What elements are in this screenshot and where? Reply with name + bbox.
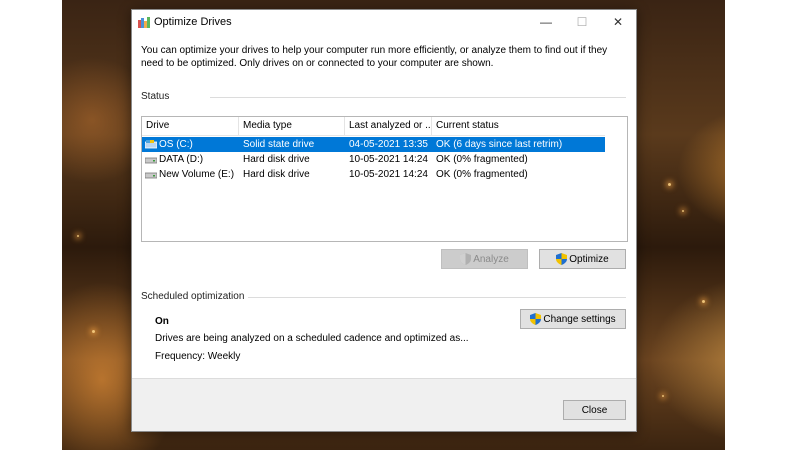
maximize-button[interactable]: ☐ — [564, 10, 600, 34]
column-header-current-status[interactable]: Current status — [432, 117, 605, 135]
optimize-drives-app-icon — [138, 17, 150, 28]
last-analyzed: 10-05-2021 14:24 — [349, 154, 428, 165]
drives-table: Drive Media type Last analyzed or ... Cu… — [141, 116, 628, 242]
table-row[interactable]: New Volume (E:) Hard disk drive 10-05-20… — [142, 167, 605, 182]
minimize-icon: — — [540, 15, 552, 29]
table-row[interactable]: OS (C:) Solid state drive 04-05-2021 13:… — [142, 137, 605, 152]
city-light — [668, 183, 671, 186]
last-analyzed: 04-05-2021 13:35 — [349, 139, 428, 150]
intro-text: You can optimize your drives to help you… — [141, 45, 608, 69]
close-button[interactable]: Close — [563, 400, 626, 420]
analyze-button[interactable]: Analyze — [441, 249, 528, 269]
hard-disk-drive-icon — [145, 172, 157, 179]
optimize-drives-window: Optimize Drives — ☐ ✕ You can optimize y… — [131, 9, 637, 432]
column-header-last-analyzed[interactable]: Last analyzed or ... — [345, 117, 432, 135]
change-settings-label: Change settings — [543, 313, 616, 325]
analyze-label: Analyze — [473, 253, 509, 265]
city-light — [682, 210, 684, 212]
drive-name: DATA (D:) — [159, 154, 204, 165]
table-row[interactable]: DATA (D:) Hard disk drive 10-05-2021 14:… — [142, 152, 605, 167]
drive-name: New Volume (E:) — [159, 169, 235, 180]
media-type: Solid state drive — [243, 139, 315, 150]
table-header: Drive Media type Last analyzed or ... Cu… — [142, 117, 605, 136]
uac-shield-icon — [460, 253, 472, 265]
minimize-button[interactable]: — — [528, 10, 564, 34]
ssd-drive-icon — [145, 140, 157, 149]
change-settings-button[interactable]: Change settings — [520, 309, 626, 329]
last-analyzed: 10-05-2021 14:24 — [349, 169, 428, 180]
uac-shield-icon — [556, 253, 568, 265]
city-light — [662, 395, 664, 397]
content-area: You can optimize your drives to help you… — [132, 34, 636, 379]
scheduled-section-label: Scheduled optimization — [141, 291, 245, 302]
schedule-frequency: Frequency: Weekly — [155, 351, 241, 362]
uac-shield-icon — [530, 313, 542, 325]
schedule-state: On — [155, 316, 169, 327]
schedule-description: Drives are being analyzed on a scheduled… — [155, 333, 469, 344]
dialog-footer: Close — [132, 378, 636, 431]
optimize-label: Optimize — [569, 253, 609, 265]
maximize-icon: ☐ — [576, 15, 588, 29]
close-label: Close — [581, 404, 608, 416]
city-light — [702, 300, 705, 303]
status-section-label: Status — [141, 91, 170, 102]
column-header-media-type[interactable]: Media type — [239, 117, 345, 135]
media-type: Hard disk drive — [243, 169, 310, 180]
drive-name: OS (C:) — [159, 139, 193, 150]
current-status: OK (0% fragmented) — [436, 154, 528, 165]
column-header-drive[interactable]: Drive — [142, 117, 239, 135]
optimize-button[interactable]: Optimize — [539, 249, 626, 269]
title-bar[interactable]: Optimize Drives — ☐ ✕ — [132, 10, 636, 34]
city-light — [92, 330, 95, 333]
close-window-button[interactable]: ✕ — [600, 10, 636, 34]
scheduled-divider — [248, 297, 626, 298]
close-icon: ✕ — [612, 15, 624, 29]
status-divider — [210, 97, 626, 98]
current-status: OK (0% fragmented) — [436, 169, 528, 180]
current-status: OK (6 days since last retrim) — [436, 139, 563, 150]
hard-disk-drive-icon — [145, 157, 157, 164]
media-type: Hard disk drive — [243, 154, 310, 165]
window-title: Optimize Drives — [154, 16, 232, 28]
city-light — [77, 235, 79, 237]
